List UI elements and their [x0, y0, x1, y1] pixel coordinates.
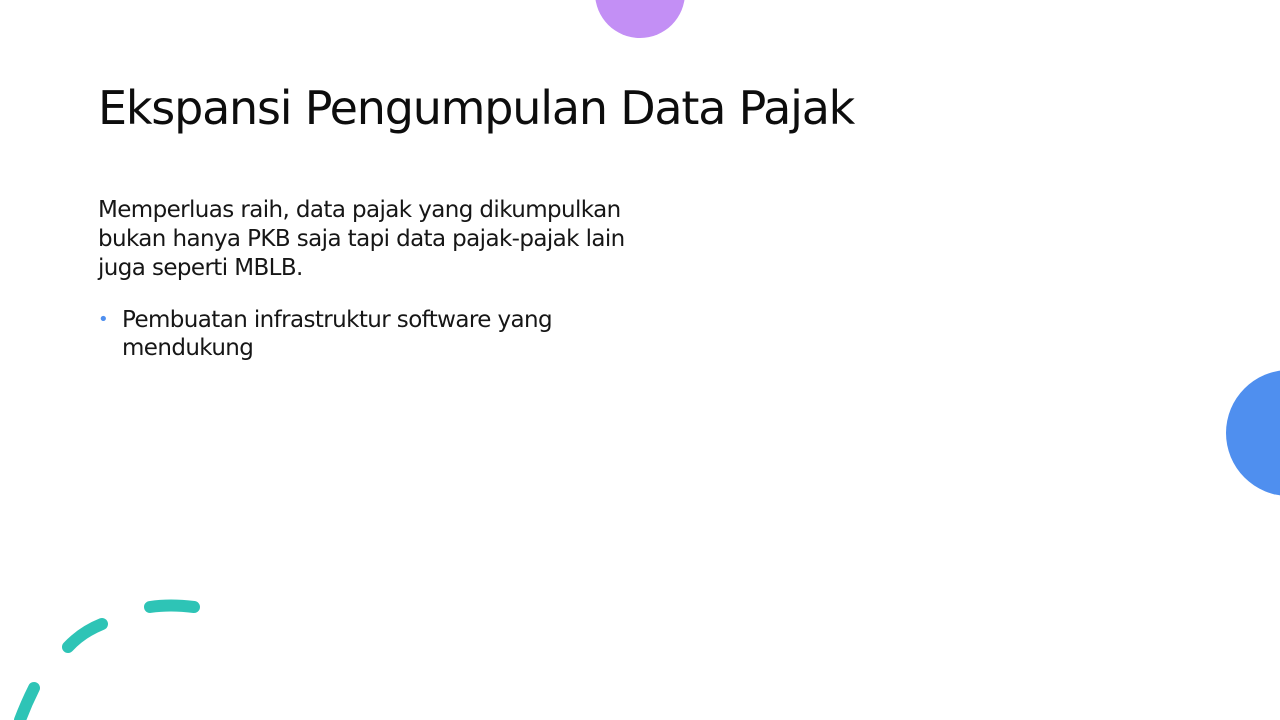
- bullet-marker: •: [98, 309, 109, 330]
- blue-circle-decoration: [1226, 370, 1280, 496]
- teal-dash-3: [14, 682, 40, 720]
- purple-circle-decoration: [595, 0, 685, 38]
- teal-dashed-arc-decoration: [14, 599, 200, 720]
- teal-dash-2: [62, 618, 108, 653]
- presentation-slide: Ekspansi Pengumpulan Data Pajak Memperlu…: [0, 0, 1280, 720]
- bullet-item: • Pembuatan infrastruktur software yang …: [98, 306, 638, 362]
- intro-paragraph: Memperluas raih, data pajak yang dikumpu…: [98, 197, 625, 281]
- slide-title: Ekspansi Pengumpulan Data Pajak: [98, 81, 855, 135]
- bullet-text: Pembuatan infrastruktur software yang me…: [122, 307, 553, 361]
- teal-dash-1: [144, 599, 200, 613]
- bullet-list: • Pembuatan infrastruktur software yang …: [98, 306, 638, 362]
